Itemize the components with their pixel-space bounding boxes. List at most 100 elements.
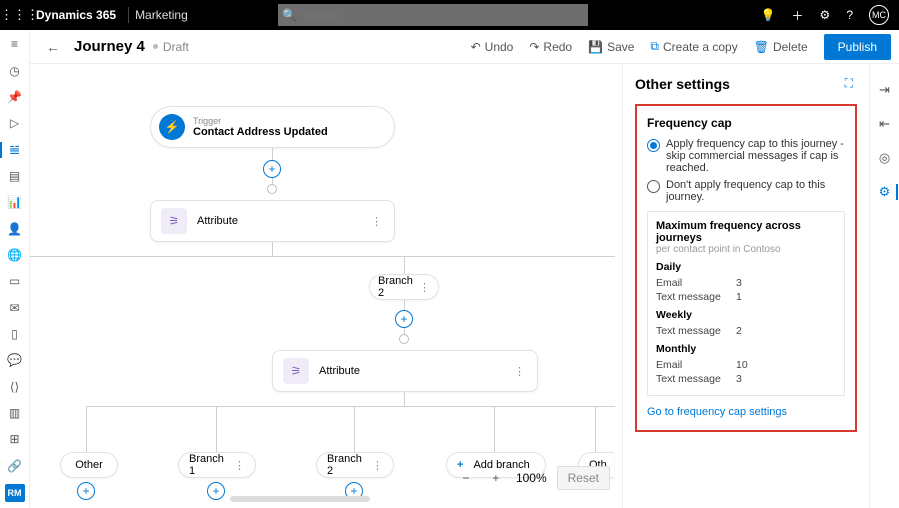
freq-row: Text message3 [656,373,836,385]
app-badge[interactable]: RM [5,484,25,502]
back-icon[interactable]: ← [40,39,66,55]
globe-icon[interactable]: 🌐 [6,247,24,263]
freq-value: 10 [736,359,748,371]
redo-button[interactable]: ↷Redo [523,36,578,58]
journey-icon[interactable]: 𝌡 [6,141,24,157]
app-launcher-icon[interactable]: ⋮⋮⋮ [0,7,30,23]
layers-icon[interactable]: ▤ [6,168,24,184]
branch2-node[interactable]: Branch 2 ⋮ [369,274,439,300]
grid-icon[interactable]: ⊞ [6,431,24,447]
gear-icon[interactable]: ⚙ [879,184,891,200]
connector [404,392,405,406]
attribute-node[interactable]: ⚞ Attribute ⋮ [150,200,395,242]
freq-group-title: Daily [656,261,836,273]
connector [86,406,615,407]
freq-value: 2 [736,325,742,337]
option-label: Don't apply frequency cap to this journe… [666,179,845,203]
bolt-icon: ⚡ [159,114,185,140]
horizontal-scrollbar[interactable] [230,496,370,502]
status-dot [153,44,158,49]
settings-icon[interactable]: ⚙ [820,8,831,22]
connector-ring [267,184,277,194]
frequency-details: Maximum frequency across journeys per co… [647,211,845,396]
lightbulb-icon[interactable]: 💡 [761,8,776,22]
library-icon[interactable]: ▥ [6,405,24,421]
mail-icon[interactable]: ✉ [6,299,24,315]
journey-canvas[interactable]: ⚡ Trigger Contact Address Updated + ⚞ At… [30,64,623,508]
tag-icon[interactable]: ▭ [6,273,24,289]
more-icon[interactable]: ⋮ [371,215,382,228]
menu-icon[interactable]: ≡ [6,36,24,52]
module-label[interactable]: Marketing [135,8,188,22]
connector [272,242,273,256]
freqcap-apply-option[interactable]: Apply frequency cap to this journey - sk… [647,138,845,174]
brand-label: Dynamics 365 [30,8,122,22]
status-label: Draft [163,40,189,54]
add-step-button[interactable]: + [395,310,413,328]
delete-button[interactable]: 🗑Delete [748,36,814,58]
expand-panel-icon[interactable]: ⛶ [845,76,853,91]
chat-icon[interactable]: 💬 [6,352,24,368]
add-icon[interactable]: ＋ [792,7,804,24]
trash-icon: 🗑 [754,40,769,54]
pin-icon[interactable]: 📌 [6,89,24,105]
help-icon[interactable]: ? [846,8,853,22]
freq-settings-link[interactable]: Go to frequency cap settings [647,406,787,418]
attribute-node[interactable]: ⚞ Attribute ⋮ [272,350,538,392]
max-freq-sub: per contact point in Contoso [656,244,836,255]
connector-ring [399,334,409,344]
more-icon[interactable]: ⋮ [372,459,383,472]
freq-value: 3 [736,373,742,385]
expand-in-icon[interactable]: ⇥ [879,82,890,98]
more-icon[interactable]: ⋮ [234,459,245,472]
connector [354,406,355,452]
undo-button[interactable]: ↶Undo [465,36,520,58]
chart-icon[interactable]: 📊 [6,194,24,210]
trigger-label: Trigger [193,116,328,126]
search-icon: 🔍 [278,8,302,22]
person-icon[interactable]: 👤 [6,220,24,236]
add-step-button[interactable]: + [207,482,225,500]
freq-row: Text message1 [656,291,836,303]
freqcap-skip-option[interactable]: Don't apply frequency cap to this journe… [647,179,845,203]
save-button[interactable]: 💾Save [582,36,640,58]
freq-row: Text message2 [656,325,836,337]
branch-icon: ⚞ [161,208,187,234]
connector [494,406,495,452]
code-icon[interactable]: ⟨⟩ [6,378,24,394]
add-step-button[interactable]: + [263,160,281,178]
redo-icon: ↷ [529,40,539,54]
freq-group: MonthlyEmail10Text message3 [656,343,836,385]
branch1-node[interactable]: Branch 1⋮ [178,452,256,478]
global-search[interactable]: 🔍 [278,4,588,26]
search-input[interactable] [302,8,588,22]
other-branch-node[interactable]: Other [60,452,118,478]
publish-button[interactable]: Publish [824,34,891,60]
freq-channel: Email [656,359,736,371]
branch2-node[interactable]: Branch 2⋮ [316,452,394,478]
avatar[interactable]: MC [869,5,889,25]
branch-icon: ⚞ [283,358,309,384]
freq-group-title: Weekly [656,309,836,321]
zoom-in-button[interactable]: + [486,468,506,488]
add-step-button[interactable]: + [77,482,95,500]
freq-group: Weekly Text message2 [656,309,836,337]
play-icon[interactable]: ▷ [6,115,24,131]
more-icon[interactable]: ⋮ [419,281,430,294]
divider [128,7,129,23]
target-icon[interactable]: ◎ [879,150,890,166]
zoom-reset-button[interactable]: Reset [557,466,610,490]
expand-out-icon[interactable]: ⇤ [879,116,890,132]
copy-button[interactable]: ⧉Create a copy [644,35,743,58]
trigger-node[interactable]: ⚡ Trigger Contact Address Updated [150,106,395,148]
clock-icon[interactable]: ◷ [6,62,24,78]
more-icon[interactable]: ⋮ [514,365,525,378]
device-icon[interactable]: ▯ [6,326,24,342]
freq-value: 1 [736,291,742,303]
connector [595,406,596,452]
freq-channel: Text message [656,325,736,337]
link-icon[interactable]: 🔗 [6,458,24,474]
header-actions: 💡 ＋ ⚙ ? MC [761,5,899,25]
zoom-out-button[interactable]: − [456,468,476,488]
connector [404,256,405,274]
